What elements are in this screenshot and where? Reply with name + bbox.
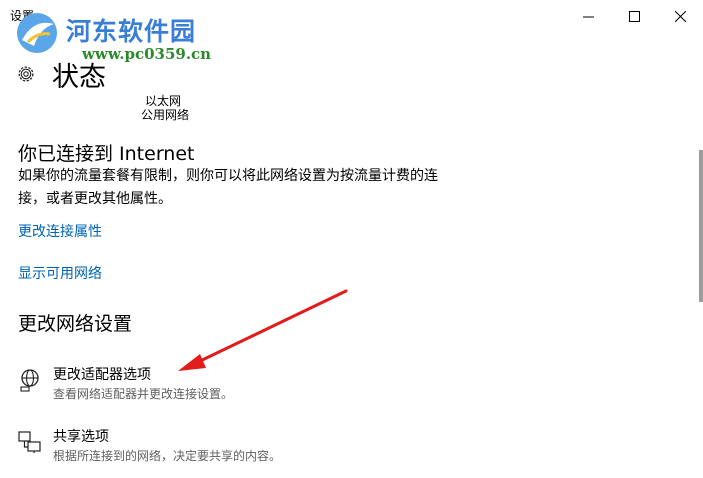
section-heading: 更改网络设置: [18, 313, 133, 335]
watermark-logo: [17, 13, 57, 53]
option-description: 根据所连接到的网络，决定要共享的内容。: [53, 449, 282, 463]
network-adapter-icon: [20, 369, 39, 392]
watermark-name: 河东软件园: [66, 17, 197, 46]
network-profile: 公用网络: [141, 108, 190, 122]
watermark: 河东软件园 www.pc0359.cn: [14, 8, 214, 68]
minimize-button[interactable]: [565, 0, 611, 32]
sharing-options[interactable]: 共享选项 根据所连接到的网络，决定要共享的内容。: [18, 426, 438, 466]
change-connection-properties-link[interactable]: 更改连接属性: [18, 221, 102, 241]
scrollbar[interactable]: [699, 150, 703, 302]
show-available-networks-link[interactable]: 显示可用网络: [18, 263, 102, 283]
option-title: 更改适配器选项: [53, 367, 151, 383]
window-controls: [565, 0, 703, 32]
connection-heading: 你已连接到 Internet: [18, 143, 195, 165]
option-description: 查看网络适配器并更改连接设置。: [53, 387, 234, 401]
change-adapter-options[interactable]: 更改适配器选项 查看网络适配器并更改连接设置。: [18, 364, 438, 404]
close-icon: [674, 10, 686, 22]
option-title: 共享选项: [53, 429, 109, 445]
sharing-icon: [18, 431, 41, 453]
maximize-button[interactable]: [611, 0, 657, 32]
minimize-icon: [582, 16, 594, 17]
connection-description: 如果你的流量套餐有限制，则你可以将此网络设置为按流量计费的连接，或者更改其他属性…: [18, 168, 438, 207]
close-button[interactable]: [657, 0, 703, 32]
gear-icon: [18, 66, 34, 82]
page-title: 状态: [52, 62, 106, 93]
maximize-icon: [628, 10, 640, 22]
